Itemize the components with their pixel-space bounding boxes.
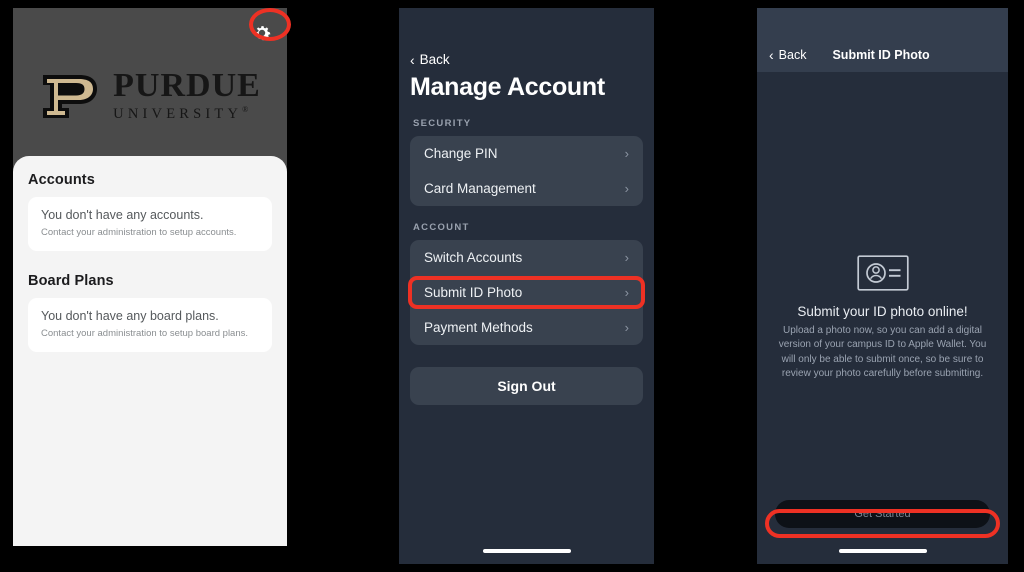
row-label: Change PIN	[424, 146, 498, 161]
accounts-empty-card: You don't have any accounts. Contact you…	[28, 197, 272, 251]
home-screen-panel: PURDUE UNIVERSITY® Accounts You don't ha…	[13, 8, 287, 546]
logo-wordmark: PURDUE UNIVERSITY®	[113, 67, 261, 124]
accounts-empty-title: You don't have any accounts.	[41, 208, 204, 222]
manage-account-panel: ‹ Back Manage Account SECURITY Change PI…	[399, 8, 654, 564]
row-card-management[interactable]: Card Management ›	[410, 171, 643, 206]
accounts-heading: Accounts	[28, 172, 95, 188]
row-label: Switch Accounts	[424, 250, 523, 265]
chevron-left-icon: ‹	[769, 47, 774, 63]
account-section-label: ACCOUNT	[413, 222, 470, 233]
row-label: Card Management	[424, 181, 536, 196]
purdue-p-logo-icon	[43, 74, 98, 118]
logo-word-university: UNIVERSITY®	[113, 105, 249, 123]
board-plans-heading: Board Plans	[28, 272, 114, 289]
nav-title: Submit ID Photo	[832, 48, 930, 62]
accounts-sheet: Accounts You don't have any accounts. Co…	[13, 156, 287, 546]
row-change-pin[interactable]: Change PIN ›	[410, 136, 643, 171]
board-plans-empty-card: You don't have any board plans. Contact …	[28, 297, 272, 352]
row-label: Submit ID Photo	[424, 285, 523, 300]
home-indicator	[838, 549, 927, 553]
chevron-right-icon: ›	[624, 285, 629, 300]
row-submit-id-photo[interactable]: Submit ID Photo ›	[410, 275, 643, 310]
chevron-right-icon: ›	[624, 181, 629, 196]
chevron-right-icon: ›	[624, 250, 629, 265]
sign-out-button[interactable]: Sign Out	[410, 367, 643, 405]
row-payment-methods[interactable]: Payment Methods ›	[410, 310, 643, 345]
page-title: Manage Account	[410, 73, 605, 101]
security-group: Change PIN › Card Management ›	[410, 136, 643, 206]
navigation-bar: ‹ Back Submit ID Photo	[757, 8, 1008, 72]
id-card-icon	[856, 254, 909, 291]
chevron-left-icon: ‹	[410, 51, 415, 68]
row-label: Payment Methods	[424, 320, 533, 335]
back-label: Back	[419, 52, 450, 67]
board-plans-empty-sub: Contact your administration to setup boa…	[41, 327, 249, 339]
chevron-right-icon: ›	[624, 320, 629, 335]
submit-headline: Submit your ID photo online!	[797, 303, 968, 319]
get-started-button[interactable]: Get Started	[775, 500, 990, 528]
account-group: Switch Accounts › Submit ID Photo › Paym…	[410, 240, 643, 345]
accounts-empty-sub: Contact your administration to setup acc…	[41, 226, 237, 238]
logo-word-purdue: PURDUE	[113, 67, 261, 104]
home-indicator	[482, 549, 571, 553]
settings-gear-button[interactable]	[247, 18, 277, 48]
submit-id-photo-content: Submit your ID photo online! Upload a ph…	[757, 72, 1008, 564]
security-section-label: SECURITY	[413, 118, 472, 129]
back-button[interactable]: ‹ Back	[399, 8, 654, 67]
screenshot-stage: PURDUE UNIVERSITY® Accounts You don't ha…	[0, 0, 1024, 572]
board-plans-empty-title: You don't have any board plans.	[41, 308, 219, 323]
nav-back-label: Back	[778, 48, 807, 62]
chevron-right-icon: ›	[624, 146, 629, 161]
purdue-logo: PURDUE UNIVERSITY®	[13, 67, 287, 124]
submit-body-text: Upload a photo now, so you can add a dig…	[778, 324, 987, 380]
submit-id-photo-panel: ‹ Back Submit ID Photo Submit your ID ph…	[757, 8, 1008, 564]
row-switch-accounts[interactable]: Switch Accounts ›	[410, 240, 643, 275]
nav-back-button[interactable]: ‹ Back	[769, 48, 806, 62]
gear-icon	[256, 26, 271, 41]
